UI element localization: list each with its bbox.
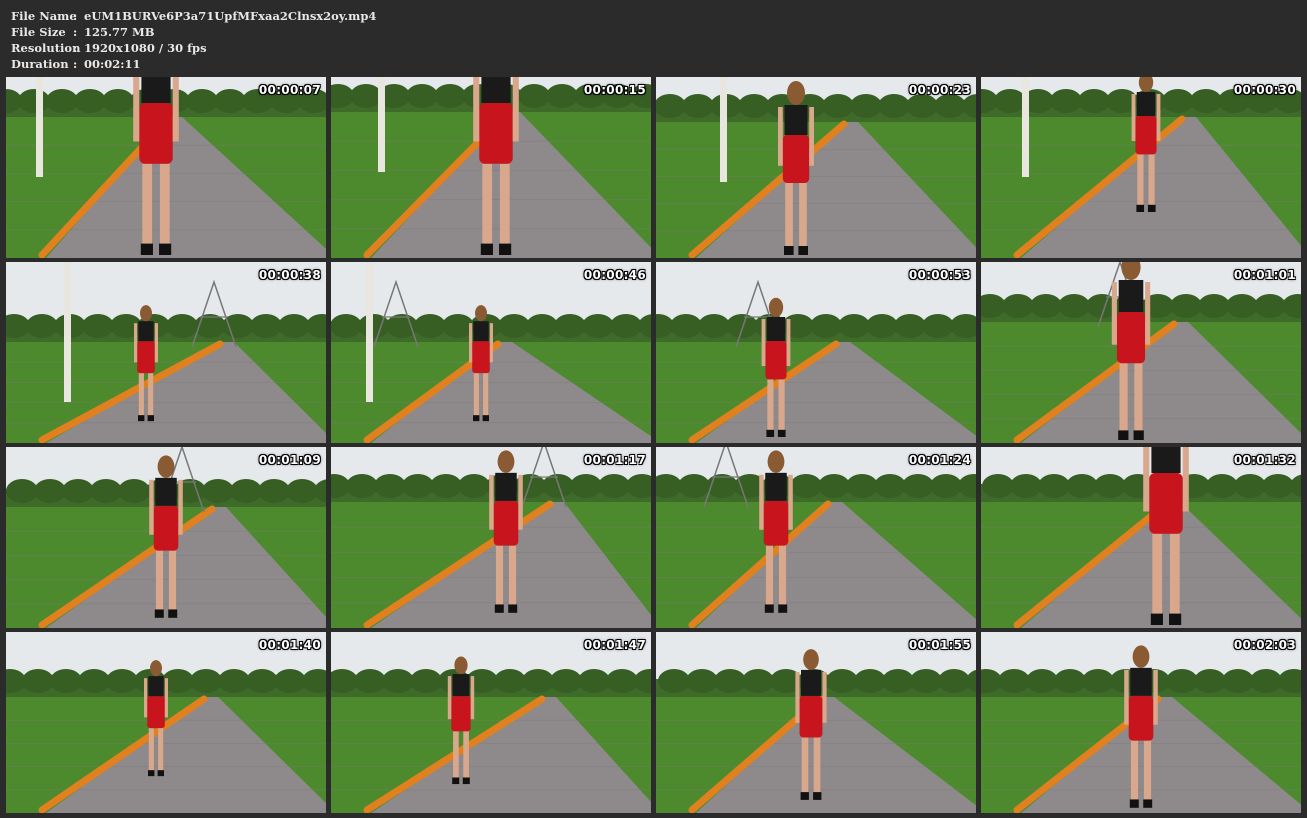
video-thumbnail[interactable]: 00:00:30 <box>981 77 1301 258</box>
thumbnail-timestamp: 00:02:03 <box>1233 638 1296 652</box>
thumbnail-timestamp: 00:01:40 <box>258 638 321 652</box>
file-name-row: File Name : eUM1BURVe6P3a71UpfMFxaa2Clns… <box>11 8 376 24</box>
separator: : <box>73 25 78 39</box>
thumbnail-frame-image <box>331 447 651 628</box>
thumbnail-frame-image <box>6 447 326 628</box>
thumbnail-timestamp: 00:01:32 <box>1233 453 1296 467</box>
thumbnail-timestamp: 00:00:38 <box>258 268 321 282</box>
thumbnail-timestamp: 00:00:23 <box>908 83 971 97</box>
thumbnail-frame-image <box>331 77 651 258</box>
thumbnail-frame-image <box>656 447 976 628</box>
thumbnail-frame-image <box>981 447 1301 628</box>
file-name-label: File Name <box>11 9 77 23</box>
thumbnail-frame-image <box>6 632 326 813</box>
video-thumbnail[interactable]: 00:01:01 <box>981 262 1301 443</box>
video-thumbnail[interactable]: 00:01:17 <box>331 447 651 628</box>
video-thumbnail[interactable]: 00:01:32 <box>981 447 1301 628</box>
thumbnail-frame-image <box>331 632 651 813</box>
file-name-value: eUM1BURVe6P3a71UpfMFxaa2Clnsx2oy.mp4 <box>84 9 377 23</box>
thumbnail-timestamp: 00:00:15 <box>583 83 646 97</box>
thumbnail-timestamp: 00:01:55 <box>908 638 971 652</box>
thumbnail-timestamp: 00:01:24 <box>908 453 971 467</box>
thumbnail-frame-image <box>981 77 1301 258</box>
duration-row: Duration : 00:02:11 <box>11 56 376 72</box>
video-thumbnail[interactable]: 00:01:09 <box>6 447 326 628</box>
file-size-label: File Size <box>11 25 66 39</box>
file-size-row: File Size : 125.77 MB <box>11 24 376 40</box>
video-thumbnail[interactable]: 00:01:47 <box>331 632 651 813</box>
separator: : <box>73 9 78 23</box>
thumbnail-timestamp: 00:01:01 <box>1233 268 1296 282</box>
thumbnail-timestamp: 00:01:47 <box>583 638 646 652</box>
thumbnail-timestamp: 00:00:30 <box>1233 83 1296 97</box>
file-info-header: File Name : eUM1BURVe6P3a71UpfMFxaa2Clns… <box>11 8 376 72</box>
thumbnail-timestamp: 00:00:53 <box>908 268 971 282</box>
duration-label: Duration <box>11 57 69 71</box>
video-thumbnail[interactable]: 00:00:23 <box>656 77 976 258</box>
video-thumbnail[interactable]: 00:00:46 <box>331 262 651 443</box>
thumbnail-timestamp: 00:01:09 <box>258 453 321 467</box>
thumbnail-frame-image <box>331 262 651 443</box>
file-size-value: 125.77 MB <box>84 25 155 39</box>
contact-sheet: File Name : eUM1BURVe6P3a71UpfMFxaa2Clns… <box>0 0 1307 818</box>
video-thumbnail[interactable]: 00:00:53 <box>656 262 976 443</box>
video-thumbnail[interactable]: 00:00:15 <box>331 77 651 258</box>
video-thumbnail[interactable]: 00:01:55 <box>656 632 976 813</box>
duration-value: 00:02:11 <box>84 57 141 71</box>
resolution-label: Resolution <box>11 41 81 55</box>
resolution-row: Resolution : 1920x1080 / 30 fps <box>11 40 376 56</box>
separator: : <box>73 57 78 71</box>
video-thumbnail[interactable]: 00:00:38 <box>6 262 326 443</box>
thumbnail-timestamp: 00:00:46 <box>583 268 646 282</box>
thumbnail-timestamp: 00:01:17 <box>583 453 646 467</box>
thumbnail-grid: 00:00:07 00:00:15 00:00:23 00:00:30 00:00:38… <box>6 77 1302 813</box>
separator: : <box>73 41 78 55</box>
thumbnail-frame-image <box>981 262 1301 443</box>
thumbnail-frame-image <box>981 632 1301 813</box>
thumbnail-frame-image <box>6 262 326 443</box>
thumbnail-frame-image <box>656 77 976 258</box>
thumbnail-frame-image <box>656 632 976 813</box>
thumbnail-frame-image <box>6 77 326 258</box>
video-thumbnail[interactable]: 00:00:07 <box>6 77 326 258</box>
video-thumbnail[interactable]: 00:01:40 <box>6 632 326 813</box>
video-thumbnail[interactable]: 00:02:03 <box>981 632 1301 813</box>
thumbnail-frame-image <box>656 262 976 443</box>
video-thumbnail[interactable]: 00:01:24 <box>656 447 976 628</box>
resolution-value: 1920x1080 / 30 fps <box>84 41 207 55</box>
thumbnail-timestamp: 00:00:07 <box>258 83 321 97</box>
